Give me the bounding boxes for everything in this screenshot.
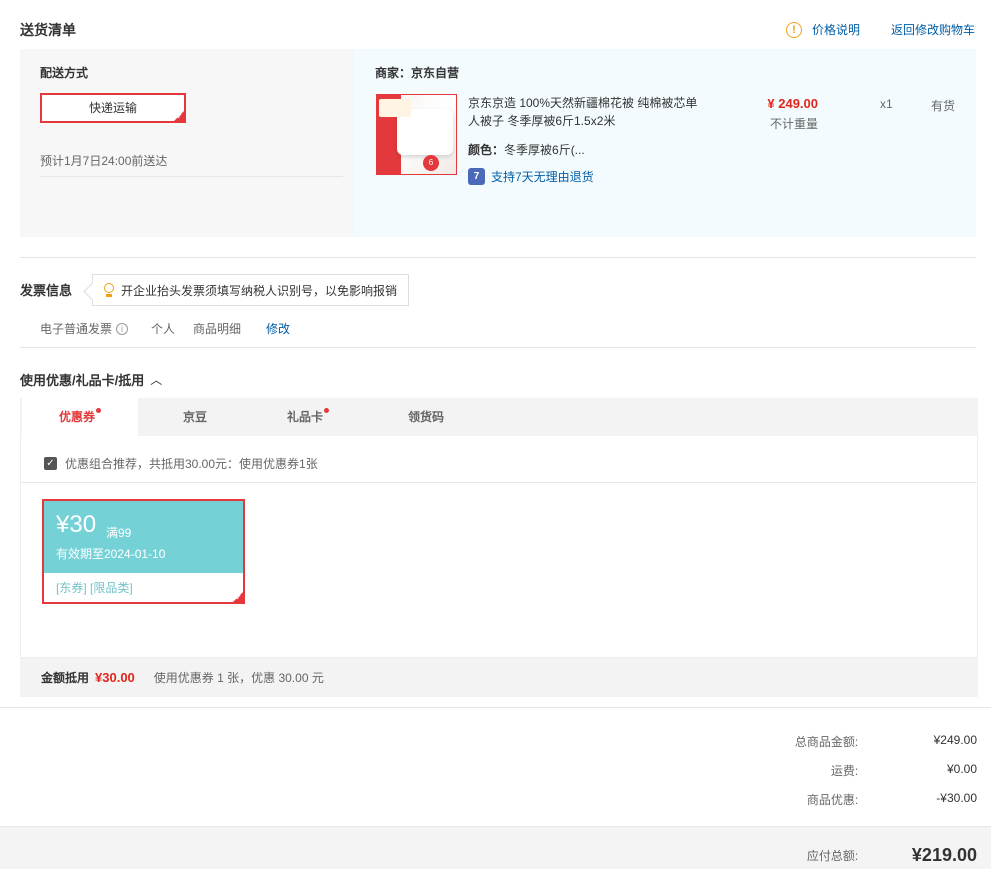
express-shipping-button[interactable]: 快递运输 ✓ (40, 93, 186, 123)
summary-divider (0, 707, 991, 708)
tab-claim-code-label: 领货码 (407, 410, 444, 424)
delivery-eta: 预计1月7日24:00前送达 (40, 154, 168, 168)
return-cart-link[interactable]: 返回修改购物车 (891, 21, 975, 38)
product-thumbnail[interactable]: 6 (376, 94, 457, 175)
total-label: 应付总额: (806, 849, 859, 863)
delivery-method-label: 配送方式 (40, 66, 89, 80)
invoice-title: 发票信息 (20, 283, 73, 298)
merchant-label: 商家： (375, 66, 412, 80)
price-note-label: 价格说明 (812, 23, 861, 37)
check-icon: ✓ (176, 112, 183, 121)
product-stock: 有货 (931, 99, 956, 113)
product-color: 颜色：冬季厚被6斤(... (468, 141, 585, 158)
coupon-validity: 有效期至2024-01-10 (56, 547, 166, 561)
coupon-section-title: 使用优惠/礼品卡/抵用 (20, 373, 145, 388)
goods-value: ¥249.00 (933, 733, 977, 747)
check-icon: ✓ (235, 593, 242, 602)
info-icon: ! (786, 21, 802, 38)
total-value: ¥219.00 (911, 845, 977, 865)
tab-gift-card[interactable]: 礼品卡 (250, 398, 366, 436)
coupon-tabs: 优惠券 京豆 礼品卡 领货码 (20, 398, 978, 436)
coupon-condition: 满99 (106, 526, 132, 540)
recommend-option[interactable]: ✓ 优惠组合推荐，共抵用30.00元：使用优惠券1张 (44, 455, 318, 472)
coupon-section-toggle[interactable]: 使用优惠/礼品卡/抵用 ︿ (20, 370, 162, 389)
tab-jingdou-label: 京豆 (182, 410, 207, 424)
tab-coupon[interactable]: 优惠券 (22, 398, 138, 436)
coupon-divider (21, 482, 977, 483)
deduct-label: 金额抵用 (41, 671, 90, 685)
checkbox-checked-icon[interactable]: ✓ (44, 457, 57, 470)
product-weight: 不计重量 (769, 117, 818, 131)
discount-label: 商品优惠: (806, 793, 859, 807)
summary-total: 应付总额: ¥219.00 (677, 845, 977, 866)
tab-jingdou[interactable]: 京豆 (140, 398, 250, 436)
invoice-help-icon[interactable]: i (116, 322, 129, 335)
red-dot-icon (96, 408, 101, 413)
deduct-amount: ¥30.00 (95, 670, 135, 685)
product-qty: x1 (880, 97, 893, 111)
shipping-title: 送货清单 (20, 22, 76, 38)
color-value: 冬季厚被6斤(... (504, 143, 585, 157)
thumb-badge-icon: 6 (423, 155, 439, 171)
eta-divider (40, 176, 343, 177)
seven-day-return-icon: 7 (468, 168, 485, 185)
deduct-bar: 金额抵用 ¥30.00 使用优惠券 1 张，优惠 30.00 元 (20, 658, 978, 697)
coupon-card-top: ¥30 满99 有效期至2024-01-10 (44, 501, 243, 573)
freight-label: 运费: (830, 764, 859, 778)
tab-coupon-label: 优惠券 (58, 410, 95, 424)
lightbulb-icon (103, 283, 115, 297)
section-divider (20, 347, 976, 348)
return-policy[interactable]: 7 支持7天无理由退货 (468, 168, 594, 185)
invoice-type-label: 电子普通发票 (40, 322, 113, 336)
invoice-person: 个人 (151, 322, 176, 336)
summary-discount: 商品优惠: -¥30.00 (677, 791, 977, 808)
discount-value: -¥30.00 (936, 791, 977, 805)
summary-goods: 总商品金额: ¥249.00 (677, 733, 977, 750)
goods-label: 总商品金额: (794, 735, 859, 749)
product-name-link[interactable]: 京东京造 100%天然新疆棉花被 纯棉被芯单人被子 冬季厚被6斤1.5x2米 (468, 94, 708, 130)
color-label: 颜色： (468, 143, 505, 157)
freight-value: ¥0.00 (946, 762, 977, 776)
return-policy-label: 支持7天无理由退货 (491, 170, 594, 184)
section-divider (20, 257, 976, 258)
recommend-text: 优惠组合推荐，共抵用30.00元：使用优惠券1张 (65, 457, 318, 471)
merchant-name: 京东自营 (411, 66, 460, 80)
merchant-info: 商家：京东自营 (375, 64, 459, 81)
invoice-type: 电子普通发票 i (40, 320, 129, 337)
price-note-link[interactable]: ! 价格说明 (786, 21, 860, 38)
product-price: ¥ 249.00 (767, 96, 818, 111)
coupon-tags: [东券] [限品类] (56, 581, 133, 595)
invoice-tip-text: 开企业抬头发票须填写纳税人识别号，以免影响报销 (121, 283, 398, 298)
tab-claim-code[interactable]: 领货码 (366, 398, 486, 436)
express-shipping-label: 快递运输 (88, 101, 137, 115)
invoice-detail: 商品明细 (193, 322, 242, 336)
coupon-amount: ¥30 (56, 511, 97, 538)
tab-gift-card-label: 礼品卡 (286, 410, 323, 424)
chevron-up-icon: ︿ (150, 373, 163, 387)
coupon-card[interactable]: ¥30 满99 有效期至2024-01-10 [东券] [限品类] ✓ (42, 499, 245, 604)
red-dot-icon (324, 408, 329, 413)
summary-freight: 运费: ¥0.00 (677, 762, 977, 779)
deduct-desc: 使用优惠券 1 张，优惠 30.00 元 (153, 671, 324, 685)
invoice-modify-link[interactable]: 修改 (266, 320, 290, 337)
invoice-tip: 开企业抬头发票须填写纳税人识别号，以免影响报销 (92, 274, 409, 306)
thumb-tag (379, 99, 411, 117)
